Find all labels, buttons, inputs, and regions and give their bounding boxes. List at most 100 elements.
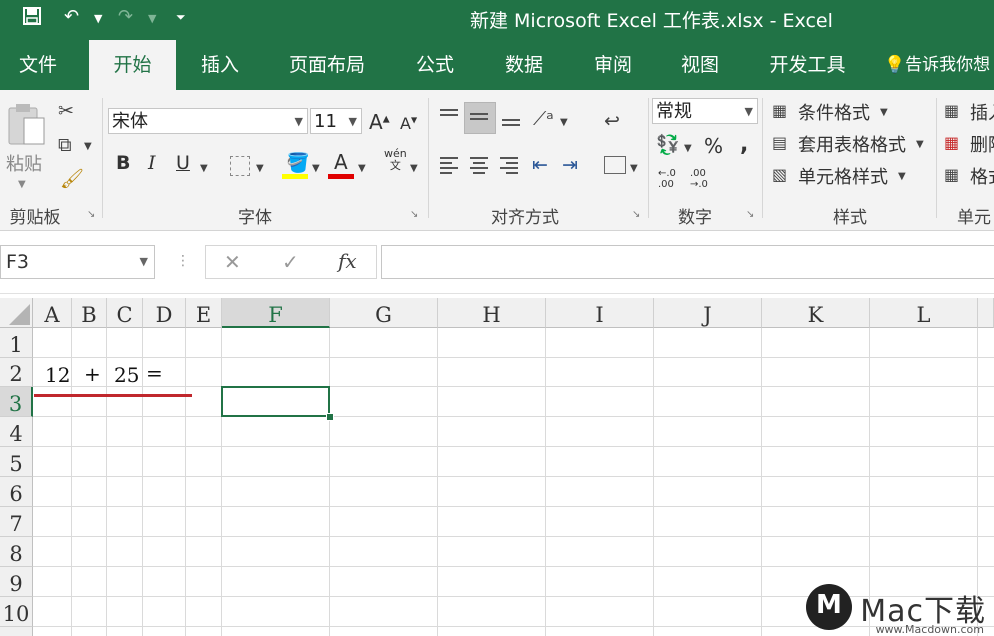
row-header-9[interactable]: 9: [0, 567, 33, 597]
column-header-h[interactable]: H: [438, 298, 546, 328]
row-header-4[interactable]: 4: [0, 417, 33, 447]
row-header-1[interactable]: 1: [0, 328, 33, 358]
fill-dropdown-icon[interactable]: ▼: [312, 158, 320, 180]
format-painter-icon[interactable]: 🖌: [60, 168, 84, 190]
column-header-k[interactable]: K: [762, 298, 870, 328]
tab-file[interactable]: 文件: [0, 40, 76, 90]
format-cells-button[interactable]: ▦ 格式: [944, 162, 994, 188]
underline-button[interactable]: U: [176, 152, 190, 174]
tab-developer[interactable]: 开发工具: [755, 40, 860, 90]
name-box[interactable]: F3 ▼: [0, 245, 155, 279]
tab-formulas[interactable]: 公式: [400, 40, 470, 90]
increase-indent-icon[interactable]: ⇥: [562, 154, 578, 176]
font-color-dropdown-icon[interactable]: ▼: [358, 158, 366, 180]
selected-cell-f3[interactable]: [221, 386, 330, 417]
cell-a2[interactable]: 12: [45, 363, 70, 387]
fill-color-button[interactable]: 🪣: [282, 152, 310, 180]
number-launcher-icon[interactable]: ↘: [746, 209, 754, 220]
merge-center-icon[interactable]: [604, 156, 626, 174]
align-center-icon[interactable]: [470, 154, 488, 177]
tell-me-box[interactable]: 💡告诉我你想: [884, 40, 990, 90]
accounting-dropdown-icon[interactable]: ▼: [684, 138, 692, 160]
insert-cells-button[interactable]: ▦ 插入: [944, 98, 994, 124]
decrease-decimal-button[interactable]: .00 →.0: [690, 168, 708, 190]
row-header-8[interactable]: 8: [0, 537, 33, 567]
cell-c2[interactable]: 25: [114, 363, 139, 387]
grow-font-icon[interactable]: A▲: [369, 110, 390, 134]
alignment-launcher-icon[interactable]: ↘: [632, 209, 640, 220]
comma-button[interactable]: ,: [740, 132, 748, 157]
border-icon[interactable]: [230, 156, 250, 176]
percent-button[interactable]: %: [704, 134, 723, 158]
row-header-11[interactable]: [0, 627, 33, 636]
align-bottom-icon[interactable]: [502, 116, 520, 129]
format-as-table-button[interactable]: ▤ 套用表格格式 ▼: [772, 130, 932, 156]
formula-input[interactable]: [381, 245, 994, 279]
formula-bar-grip-icon[interactable]: ⋮: [176, 253, 190, 269]
font-color-button[interactable]: A: [328, 150, 354, 180]
orientation-dropdown-icon[interactable]: ▼: [560, 112, 568, 134]
cell-d2[interactable]: =: [146, 361, 163, 385]
select-all-button[interactable]: [0, 298, 33, 328]
delete-cells-button[interactable]: ▦ 删除: [944, 130, 994, 156]
tab-page-layout[interactable]: 页面布局: [276, 40, 378, 90]
worksheet-grid[interactable]: A B C D E F G H I J K L 1 2 3 4 5 6 7 8 …: [0, 298, 994, 636]
row-header-5[interactable]: 5: [0, 447, 33, 477]
column-header-l[interactable]: L: [870, 298, 978, 328]
copy-dropdown-icon[interactable]: ▼: [84, 136, 92, 158]
undo-dropdown-icon[interactable]: ▼: [94, 12, 102, 25]
column-header-c[interactable]: C: [107, 298, 143, 328]
customize-icon[interactable]: ⏷: [176, 10, 186, 25]
border-dropdown-icon[interactable]: ▼: [256, 158, 264, 180]
save-icon[interactable]: [22, 6, 42, 31]
paste-dropdown-icon[interactable]: ▼: [18, 174, 26, 196]
paste-icon[interactable]: [6, 102, 48, 146]
cancel-icon[interactable]: ✕: [224, 250, 241, 274]
phonetic-button[interactable]: wén 文: [384, 148, 407, 172]
orientation-icon[interactable]: ⟋ᵃ: [533, 108, 554, 130]
column-header-g[interactable]: G: [330, 298, 438, 328]
align-left-icon[interactable]: [440, 154, 458, 177]
cell-styles-button[interactable]: ▧ 单元格样式 ▼: [772, 162, 932, 188]
column-header-a[interactable]: A: [33, 298, 72, 328]
column-header-i[interactable]: I: [546, 298, 654, 328]
tab-home[interactable]: 开始: [89, 40, 176, 90]
font-size-select[interactable]: 11 ▼: [310, 108, 362, 134]
merge-dropdown-icon[interactable]: ▼: [630, 158, 638, 180]
decrease-indent-icon[interactable]: ⇤: [532, 154, 548, 176]
tab-review[interactable]: 审阅: [578, 40, 648, 90]
tab-data[interactable]: 数据: [489, 40, 559, 90]
wrap-text-icon[interactable]: ↩: [604, 110, 620, 132]
redo-dropdown-icon[interactable]: ▼: [148, 12, 156, 25]
cut-icon[interactable]: ✂: [58, 100, 74, 122]
column-header-d[interactable]: D: [143, 298, 186, 328]
number-format-select[interactable]: 常规 ▼: [652, 98, 758, 124]
phonetic-dropdown-icon[interactable]: ▼: [410, 158, 418, 180]
row-header-7[interactable]: 7: [0, 507, 33, 537]
row-header-3[interactable]: 3: [0, 387, 33, 417]
column-header-b[interactable]: B: [72, 298, 107, 328]
tab-insert[interactable]: 插入: [185, 40, 255, 90]
underline-dropdown-icon[interactable]: ▼: [200, 158, 208, 180]
row-header-6[interactable]: 6: [0, 477, 33, 507]
font-launcher-icon[interactable]: ↘: [410, 209, 418, 220]
conditional-formatting-button[interactable]: ▦ 条件格式 ▼: [772, 98, 932, 124]
shrink-font-icon[interactable]: A▼: [400, 114, 417, 133]
align-right-icon[interactable]: [500, 154, 518, 177]
column-header-j[interactable]: J: [654, 298, 762, 328]
column-header-e[interactable]: E: [186, 298, 222, 328]
align-top-icon[interactable]: [440, 106, 458, 124]
tab-view[interactable]: 视图: [665, 40, 735, 90]
font-name-select[interactable]: 宋体 ▼: [108, 108, 308, 134]
increase-decimal-button[interactable]: ←.0 .00: [658, 168, 676, 190]
accounting-format-icon[interactable]: 💱: [656, 134, 680, 156]
cell-b2[interactable]: +: [84, 362, 101, 386]
paste-button[interactable]: 粘贴: [6, 150, 42, 176]
undo-icon[interactable]: ↶: [64, 6, 79, 27]
fill-handle[interactable]: [326, 413, 334, 421]
column-header-m[interactable]: [978, 298, 994, 328]
italic-button[interactable]: I: [148, 152, 156, 174]
copy-icon[interactable]: ⧉: [58, 134, 72, 156]
bold-button[interactable]: B: [116, 152, 130, 174]
enter-icon[interactable]: ✓: [282, 250, 299, 274]
